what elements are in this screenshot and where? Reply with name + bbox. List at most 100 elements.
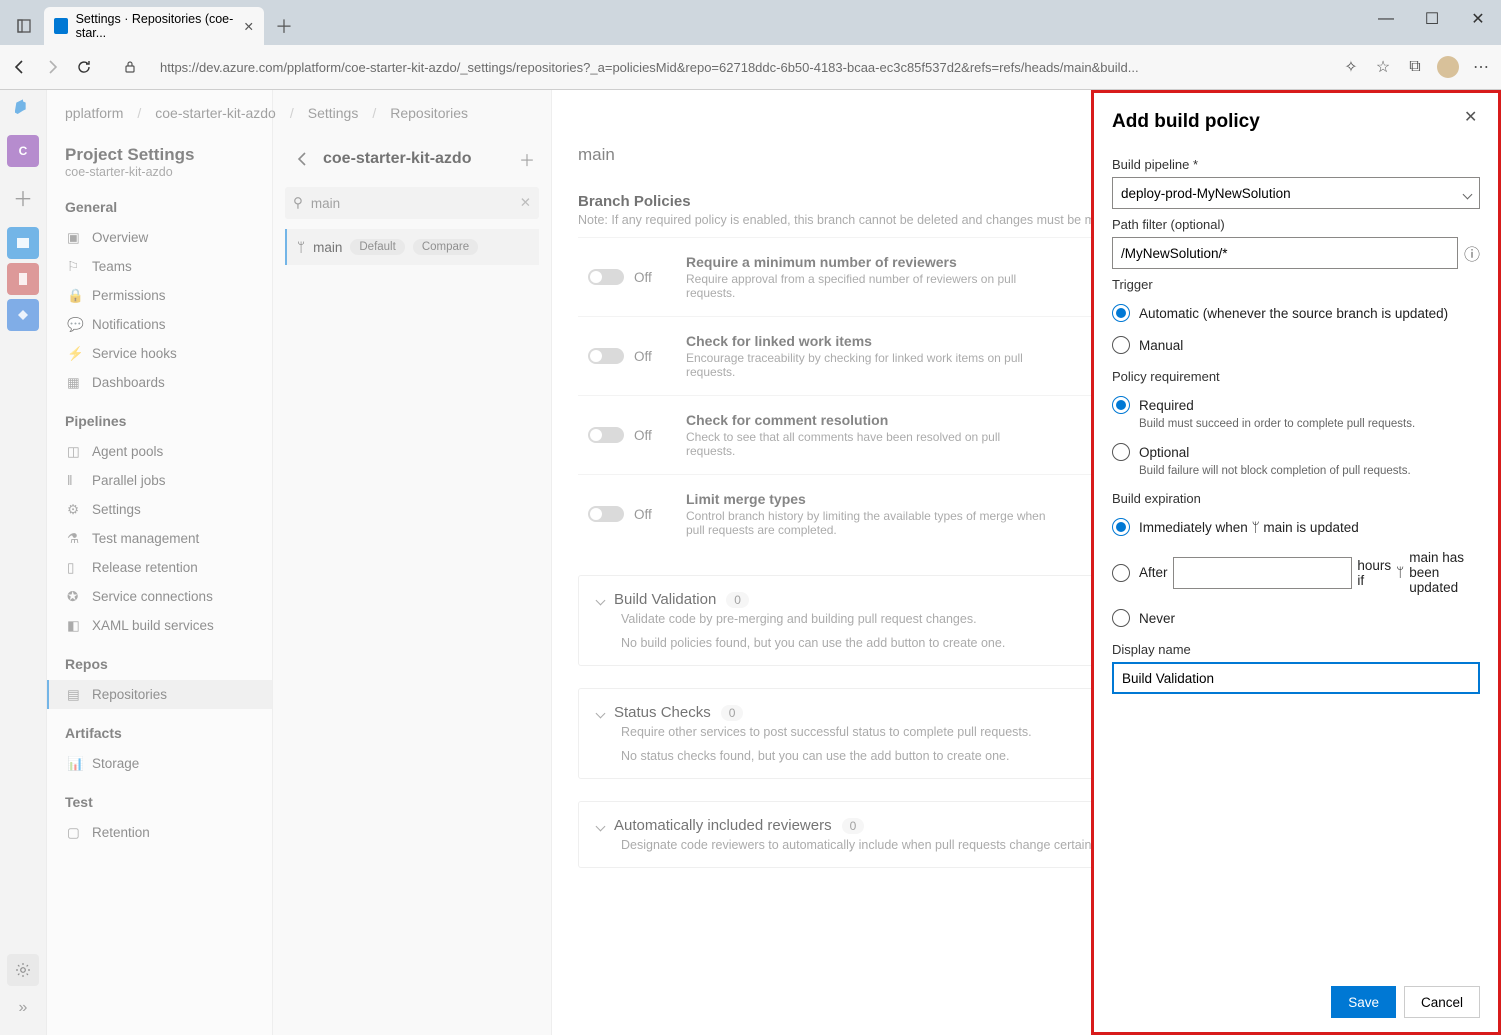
add-branch-button[interactable]: ＋ [519, 147, 535, 171]
sidebar-item-overview[interactable]: ▣Overview [65, 223, 272, 252]
xaml-icon: ◧ [67, 618, 83, 634]
sidebar-item-repositories[interactable]: ▤Repositories [47, 680, 272, 709]
rail-item-repos[interactable] [7, 263, 39, 295]
branch-row-main[interactable]: ᛘ main Default Compare [285, 229, 539, 265]
favorites-icon[interactable]: ☆ [1373, 57, 1393, 77]
collections-icon[interactable]: ⧉ [1405, 57, 1425, 77]
toggle-min-reviewers[interactable] [588, 269, 624, 285]
rail-item-boards[interactable] [7, 227, 39, 259]
sidebar-item-notifications[interactable]: 💬Notifications [65, 310, 272, 339]
parallel-icon: ‖ [67, 473, 83, 488]
trigger-automatic-radio[interactable]: Automatic (whenever the source branch is… [1112, 304, 1480, 322]
tab-actions-button[interactable] [8, 10, 40, 42]
gear-icon: ⚙ [67, 502, 83, 518]
sidebar-item-paralleljobs[interactable]: ‖Parallel jobs [65, 466, 272, 495]
branch-name: main [313, 240, 342, 255]
sidebar-item-dashboards[interactable]: ▦Dashboards [65, 368, 272, 397]
repo-column: coe-starter-kit-azdo ＋ ⚲ main ✕ ᛘ main D… [272, 90, 552, 1035]
expire-never-radio[interactable]: Never [1112, 609, 1480, 627]
pipeline-label: Build pipeline * [1112, 157, 1480, 172]
sidebar-item-pipesettings[interactable]: ⚙Settings [65, 495, 272, 524]
sidebar-item-svcconn[interactable]: ✪Service connections [65, 582, 272, 611]
plug-icon: ✪ [67, 589, 83, 605]
sidebar-item-teams[interactable]: ⚐Teams [65, 252, 272, 281]
site-info-icon[interactable] [120, 57, 140, 77]
overview-icon: ▣ [67, 230, 83, 246]
rail-item-pipelines[interactable] [7, 299, 39, 331]
expire-immediately-radio[interactable]: Immediately when ᛘ main is updated [1112, 518, 1480, 536]
path-filter-label: Path filter (optional) [1112, 217, 1480, 232]
crumb-org[interactable]: pplatform [65, 105, 123, 121]
group-artifacts: Artifacts [65, 725, 272, 741]
chevron-down-icon [597, 704, 604, 721]
save-button[interactable]: Save [1331, 986, 1396, 1018]
group-general: General [65, 199, 272, 215]
policy-optional-radio[interactable]: Optional [1112, 443, 1480, 461]
path-filter-input[interactable] [1112, 237, 1458, 269]
crumb-project[interactable]: coe-starter-kit-azdo [155, 105, 276, 121]
lock-icon: 🔒 [67, 288, 83, 304]
sidebar-item-agentpools[interactable]: ◫Agent pools [65, 437, 272, 466]
default-badge: Default [350, 239, 404, 255]
left-rail: C ＋ » [0, 90, 47, 1035]
browser-menu-icon[interactable]: ⋯ [1471, 57, 1491, 77]
policy-requirement-label: Policy requirement [1112, 369, 1480, 384]
clear-filter-icon[interactable]: ✕ [520, 195, 531, 211]
settings-sidebar: Project Settings coe-starter-kit-azdo Ge… [47, 90, 272, 1035]
expire-after-hours-radio[interactable]: After hours if ᛘ main has been updated [1112, 550, 1480, 595]
trigger-manual-radio[interactable]: Manual [1112, 336, 1480, 354]
panel-title: Add build policy [1112, 111, 1480, 133]
window-minimize[interactable]: — [1363, 0, 1409, 38]
browser-tab[interactable]: Settings · Repositories (coe-star... ✕ [44, 7, 264, 45]
project-avatar[interactable]: C [7, 135, 39, 167]
sidebar-item-storage[interactable]: 📊Storage [65, 749, 272, 778]
storage-icon: 📊 [67, 756, 83, 772]
toggle-linked-items[interactable] [588, 348, 624, 364]
count-badge: 0 [726, 592, 749, 608]
refresh-button[interactable] [74, 57, 94, 77]
cancel-button[interactable]: Cancel [1404, 986, 1480, 1018]
policy-required-radio[interactable]: Required [1112, 396, 1480, 414]
branch-filter-input[interactable]: ⚲ main ✕ [285, 187, 539, 219]
project-settings-button[interactable] [7, 954, 39, 986]
profile-avatar[interactable] [1437, 56, 1459, 78]
sidebar-item-xaml[interactable]: ◧XAML build services [65, 611, 272, 640]
close-tab-icon[interactable]: ✕ [244, 19, 254, 34]
close-panel-button[interactable]: ✕ [1464, 107, 1484, 127]
pool-icon: ◫ [67, 444, 83, 460]
flask-icon: ⚗ [67, 531, 83, 547]
toggle-merge-types[interactable] [588, 506, 624, 522]
new-tab-button[interactable]: ＋ [268, 10, 300, 42]
sidebar-item-release[interactable]: ▯Release retention [65, 553, 272, 582]
sidebar-item-retention[interactable]: ▢Retention [65, 818, 272, 847]
build-expiration-label: Build expiration [1112, 491, 1480, 506]
sidebar-item-testmgmt[interactable]: ⚗Test management [65, 524, 272, 553]
display-name-input[interactable] [1112, 662, 1480, 694]
dashboards-icon: ▦ [67, 375, 83, 391]
azure-devops-logo[interactable] [11, 98, 35, 122]
release-icon: ▯ [67, 560, 83, 576]
hook-icon: ⚡ [67, 346, 83, 362]
address-bar[interactable]: https://dev.azure.com/pplatform/coe-star… [152, 52, 1329, 82]
rail-add-button[interactable]: ＋ [7, 181, 39, 213]
crumb-settings[interactable]: Settings [308, 105, 359, 121]
hours-input[interactable] [1173, 557, 1353, 589]
repo-icon: ▤ [67, 687, 83, 703]
trigger-label: Trigger [1112, 277, 1480, 292]
build-pipeline-dropdown[interactable]: deploy-prod-MyNewSolution [1112, 177, 1480, 209]
info-icon[interactable]: ⓘ [1464, 241, 1480, 265]
back-button[interactable] [10, 57, 30, 77]
crumb-repositories: Repositories [390, 105, 468, 121]
repo-back-button[interactable] [289, 145, 317, 173]
collapse-rail-button[interactable]: » [7, 992, 39, 1024]
forward-button[interactable] [42, 57, 62, 77]
window-maximize[interactable]: ☐ [1409, 0, 1455, 38]
window-close[interactable]: ✕ [1455, 0, 1501, 38]
group-repos: Repos [65, 656, 272, 672]
page-title: Project Settings [65, 145, 272, 165]
azure-favicon [54, 18, 68, 34]
sidebar-item-permissions[interactable]: 🔒Permissions [65, 281, 272, 310]
sidebar-item-servicehooks[interactable]: ⚡Service hooks [65, 339, 272, 368]
tracking-icon[interactable]: ✧ [1341, 57, 1361, 77]
toggle-comment-resolution[interactable] [588, 427, 624, 443]
